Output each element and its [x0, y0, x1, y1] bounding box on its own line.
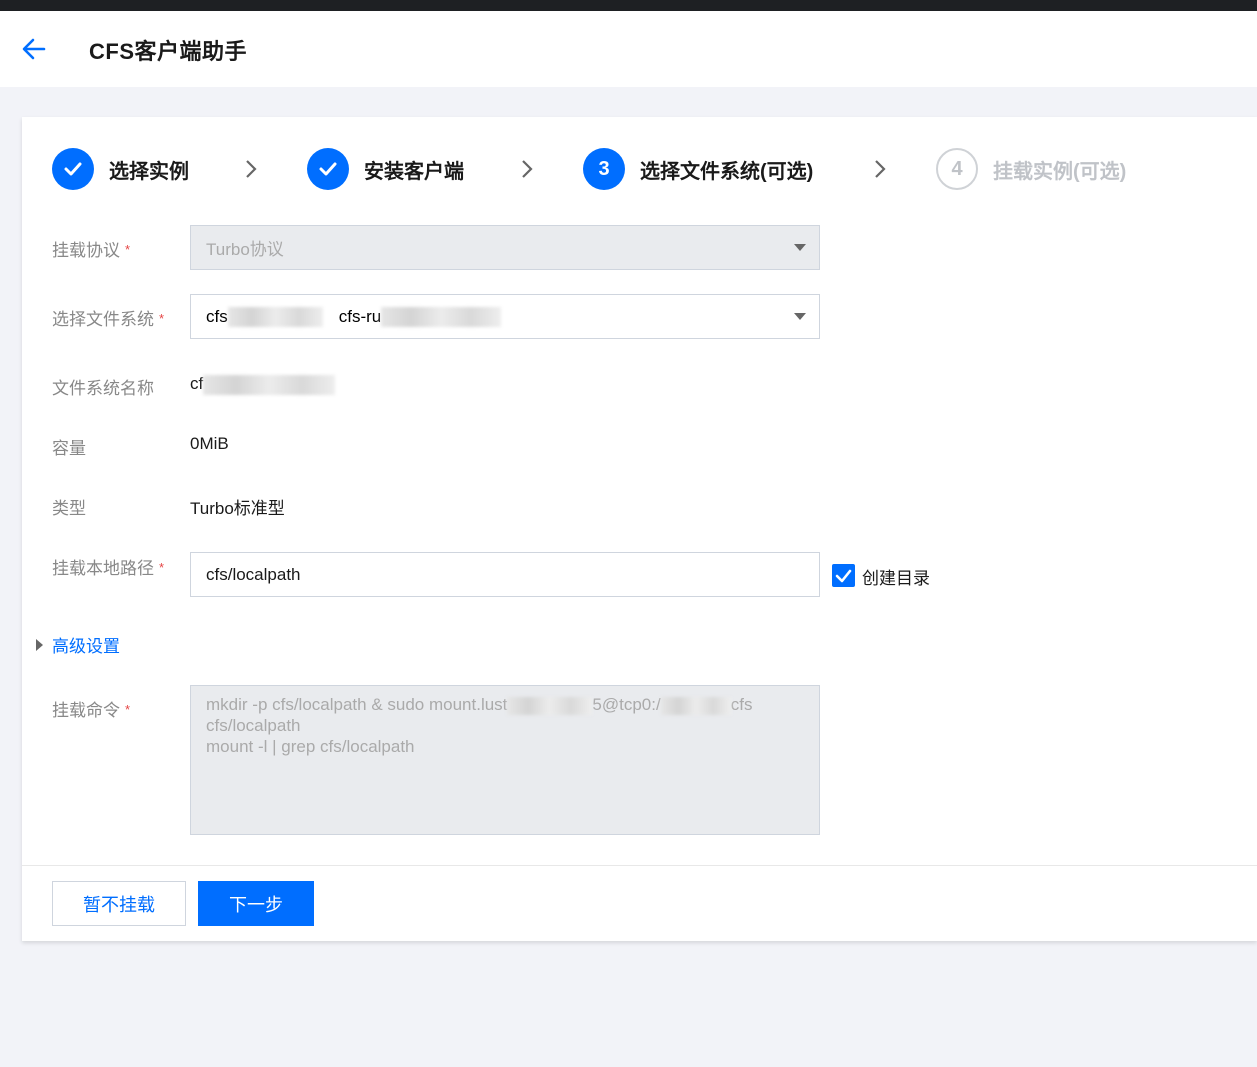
command-label: 挂载命令 * — [52, 701, 131, 720]
back-arrow-icon[interactable] — [20, 35, 48, 63]
local-path-input[interactable]: cfs/localpath — [190, 552, 820, 597]
fs-name-label: 文件系统名称 — [52, 379, 154, 398]
command-line-2: cfs/localpath — [206, 716, 301, 735]
caret-down-icon — [794, 313, 806, 320]
protocol-select[interactable]: Turbo协议 — [190, 225, 820, 270]
fs-name-value: cf — [190, 374, 336, 395]
skip-mount-button[interactable]: 暂不挂载 — [52, 881, 186, 926]
command-line-3: mount -l | grep cfs/localpath — [206, 737, 415, 756]
step-mount-instance: 4 挂载实例(可选) — [936, 147, 1126, 191]
redacted-mask — [507, 696, 593, 715]
redacted-mask — [381, 306, 502, 327]
filesystem-value-a: cfs — [206, 306, 228, 326]
protocol-label: 挂载协议 * — [52, 241, 131, 260]
step-number: 3 — [583, 148, 625, 190]
advanced-settings-label: 高级设置 — [52, 637, 120, 656]
caret-down-icon — [794, 244, 806, 251]
redacted-mask — [660, 696, 731, 715]
type-value: Turbo标准型 — [190, 499, 285, 518]
step-check-icon — [307, 148, 349, 190]
capacity-value: 0MiB — [190, 434, 229, 453]
footer-divider — [22, 865, 1257, 866]
chevron-right-icon — [246, 160, 257, 178]
filesystem-value-b: cfs-ru — [338, 306, 382, 326]
step-select-instance: 选择实例 — [52, 147, 189, 191]
chevron-right-icon — [522, 160, 533, 178]
next-step-button[interactable]: 下一步 — [198, 881, 314, 926]
step-number: 4 — [936, 148, 978, 190]
local-path-label: 挂载本地路径 * — [52, 559, 165, 578]
required-mark: * — [159, 560, 165, 575]
advanced-settings-toggle[interactable]: 高级设置 — [36, 632, 120, 657]
mount-command-textarea[interactable]: mkdir -p cfs/localpath & sudo mount.lust… — [190, 685, 820, 835]
check-icon — [835, 569, 852, 583]
filesystem-label: 选择文件系统 * — [52, 310, 165, 329]
step-label: 安装客户端 — [364, 160, 464, 183]
wizard-card: 选择实例 安装客户端 3 选择文件系统(可选) 4 挂载实例(可选) 挂载协议 *… — [22, 117, 1257, 941]
capacity-label: 容量 — [52, 439, 86, 458]
type-label: 类型 — [52, 499, 86, 518]
command-line-1: mkdir -p cfs/localpath & sudo mount.lust… — [206, 695, 753, 715]
page-header: CFS客户端助手 — [0, 11, 1257, 87]
required-mark: * — [159, 311, 165, 326]
redacted-mask — [227, 306, 323, 327]
page-title: CFS客户端助手 — [89, 39, 248, 64]
step-label: 选择文件系统(可选) — [640, 160, 814, 183]
caret-right-icon — [36, 638, 43, 651]
required-mark: * — [125, 702, 131, 717]
protocol-value: Turbo协议 — [206, 240, 284, 259]
step-check-icon — [52, 148, 94, 190]
create-dir-label: 创建目录 — [862, 569, 930, 588]
required-mark: * — [125, 242, 131, 257]
chevron-right-icon — [875, 160, 886, 178]
window-top-bar — [0, 0, 1257, 11]
step-label: 选择实例 — [109, 160, 189, 183]
redacted-mask — [203, 374, 336, 395]
step-install-client: 安装客户端 — [307, 147, 464, 191]
create-dir-checkbox[interactable] — [832, 564, 855, 587]
step-select-filesystem: 3 选择文件系统(可选) — [583, 147, 813, 191]
filesystem-select[interactable]: cfs cfs-ru — [190, 294, 820, 339]
step-label: 挂载实例(可选) — [993, 160, 1127, 183]
